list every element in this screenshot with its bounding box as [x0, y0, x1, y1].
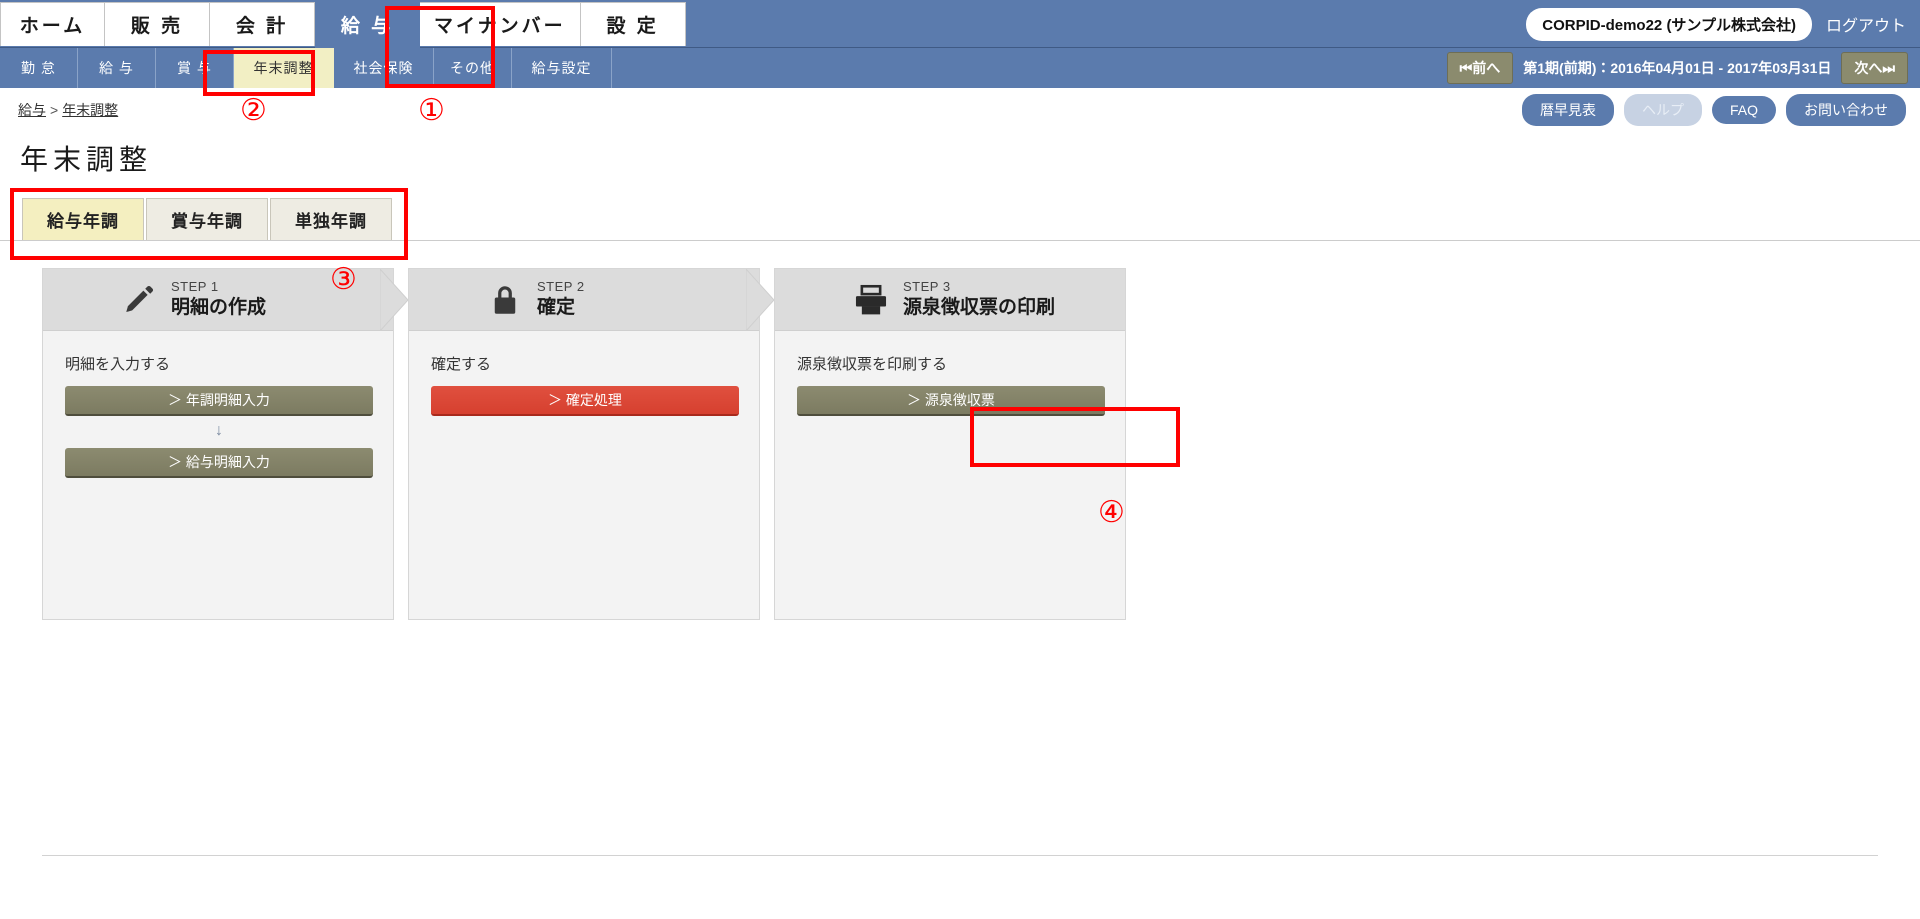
logout-link[interactable]: ログアウト	[1826, 12, 1906, 36]
step-2-header: STEP 2 確定	[409, 269, 774, 331]
step-3-name: 源泉徴収票の印刷	[903, 297, 1056, 319]
step-3-lead-text: 源泉徴収票を印刷する	[797, 356, 948, 373]
lock-icon	[487, 282, 523, 318]
help-button-group: 暦早見表 ヘルプ FAQ お問い合わせ	[1521, 94, 1906, 126]
step-1-number: STEP 1	[171, 279, 219, 295]
skip-forward-icon: ⏭	[1882, 60, 1895, 76]
step-3-header: STEP 3 源泉徴収票の印刷	[775, 269, 1125, 331]
step-2-number: STEP 2	[537, 279, 585, 295]
breadcrumb-link-payroll[interactable]: 給与	[18, 102, 46, 118]
main-navigation-bar: ホーム 販 売 会 計 給 与 マイナンバー 設 定 CORPID-demo22…	[0, 0, 1920, 48]
subnav-item-bonus[interactable]: 賞 与	[156, 48, 234, 88]
current-period-label: 第1期(前期)：2016年04月01日 - 2017年03月31日	[1523, 60, 1832, 76]
contact-button[interactable]: お問い合わせ	[1786, 94, 1906, 126]
year-tabs-group: 給与年調 賞与年調 単独年調	[22, 198, 394, 240]
step-1-chevron-icon	[380, 269, 408, 331]
step-2-name: 確定	[537, 297, 576, 319]
step-2-text: STEP 2 確定	[537, 279, 585, 319]
breadcrumb: 給与 > 年末調整	[18, 100, 118, 120]
flow-down-arrow-icon: ↓	[215, 422, 223, 439]
period-navigation: ⏮前へ 第1期(前期)：2016年04月01日 - 2017年03月31日 次へ…	[1446, 48, 1908, 88]
step-1-lead-text: 明細を入力する	[65, 356, 171, 373]
breadcrumb-link-current[interactable]: 年末調整	[62, 102, 118, 118]
tab-standalone-year-adjustment[interactable]: 単独年調	[270, 198, 392, 240]
step-2-body: 確定する ＞ 確定処理	[409, 331, 759, 619]
step-card-list: STEP 1 明細の作成 明細を入力する ＞ 年調明細入力 ↓ ＞ 給与明細入力	[42, 268, 1126, 620]
calendar-quickview-button[interactable]: 暦早見表	[1521, 94, 1614, 126]
faq-button[interactable]: FAQ	[1711, 96, 1776, 124]
step-1-body: 明細を入力する ＞ 年調明細入力 ↓ ＞ 給与明細入力	[43, 331, 393, 619]
step-card-3: STEP 3 源泉徴収票の印刷 源泉徴収票を印刷する ＞ 源泉徴収票	[774, 268, 1126, 620]
subnav-item-payroll-settings[interactable]: 給与設定	[512, 48, 612, 88]
help-button[interactable]: ヘルプ	[1623, 94, 1702, 126]
step-1-name: 明細の作成	[171, 297, 267, 319]
step-1-header: STEP 1 明細の作成	[43, 269, 408, 331]
year-adjustment-detail-input-button[interactable]: ＞ 年調明細入力	[65, 386, 373, 416]
previous-period-button[interactable]: ⏮前へ	[1446, 52, 1514, 84]
tab-bonus-year-adjustment[interactable]: 賞与年調	[146, 198, 268, 240]
company-name-badge: CORPID-demo22 (サンプル株式会社)	[1526, 7, 1812, 41]
breadcrumb-separator: >	[50, 102, 59, 118]
step-3-text: STEP 3 源泉徴収票の印刷	[903, 279, 1056, 319]
confirm-process-button[interactable]: ＞ 確定処理	[431, 386, 739, 416]
step-3-body: 源泉徴収票を印刷する ＞ 源泉徴収票	[775, 331, 1125, 619]
previous-period-label: 前へ	[1472, 60, 1501, 76]
subnav-item-social-insurance[interactable]: 社会保険	[334, 48, 434, 88]
main-nav-tab-mynumber[interactable]: マイナンバー	[420, 2, 581, 46]
subnav-item-salary[interactable]: 給 与	[78, 48, 156, 88]
step-card-1: STEP 1 明細の作成 明細を入力する ＞ 年調明細入力 ↓ ＞ 給与明細入力	[42, 268, 408, 620]
tabs-underline	[0, 240, 1920, 241]
next-period-button[interactable]: 次へ⏭	[1841, 52, 1908, 84]
step-3-number: STEP 3	[903, 279, 951, 295]
main-nav-tab-payroll[interactable]: 給 与	[315, 0, 420, 48]
salary-detail-input-button[interactable]: ＞ 給与明細入力	[65, 448, 373, 478]
withholding-slip-button[interactable]: ＞ 源泉徴収票	[797, 386, 1105, 416]
main-nav-tab-settings[interactable]: 設 定	[580, 2, 686, 46]
next-period-label: 次へ	[1854, 60, 1883, 76]
step-1-text: STEP 1 明細の作成	[171, 279, 267, 319]
skip-back-icon: ⏮	[1459, 60, 1473, 76]
main-nav-tab-accounting[interactable]: 会 計	[210, 2, 315, 46]
tab-salary-year-adjustment[interactable]: 給与年調	[22, 198, 144, 240]
subnav-item-other[interactable]: その他	[434, 48, 512, 88]
header-right-group: CORPID-demo22 (サンプル株式会社) ログアウト	[1526, 0, 1920, 48]
subnav-item-year-end-adjustment[interactable]: 年末調整	[234, 48, 334, 88]
step-card-2: STEP 2 確定 確定する ＞ 確定処理	[408, 268, 774, 620]
page-title: 年末調整	[20, 144, 153, 175]
app-root: ホーム 販 売 会 計 給 与 マイナンバー 設 定 CORPID-demo22…	[0, 0, 1920, 919]
pencil-icon	[121, 282, 157, 318]
main-nav-tab-home[interactable]: ホーム	[0, 2, 105, 46]
breadcrumb-row: 給与 > 年末調整 暦早見表 ヘルプ FAQ お問い合わせ	[0, 88, 1920, 134]
main-nav-tab-sales[interactable]: 販 売	[105, 2, 210, 46]
step-2-chevron-icon	[746, 269, 774, 331]
subnav-item-attendance[interactable]: 勤 怠	[0, 48, 78, 88]
step-2-lead-text: 確定する	[431, 356, 492, 373]
printer-icon	[853, 282, 889, 318]
bottom-divider	[42, 855, 1878, 856]
